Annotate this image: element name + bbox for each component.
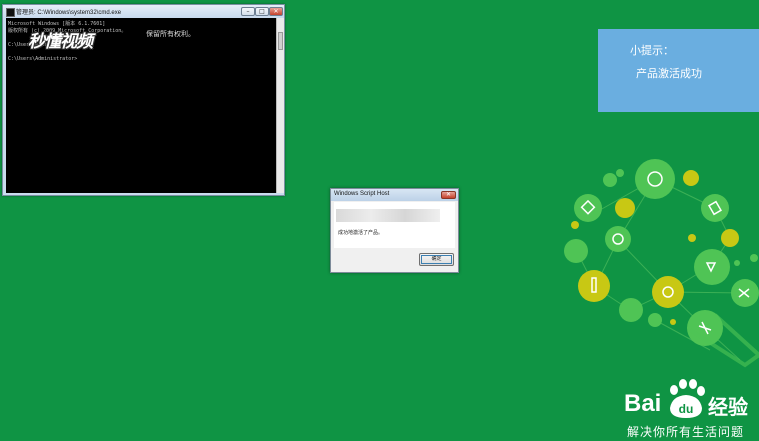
logo-text-bai: Bai (624, 390, 662, 417)
node-circle (564, 239, 588, 263)
dialog-content: 成功地激活了产品。 (334, 202, 455, 248)
node-circle (701, 194, 729, 222)
decorative-network-graphic (564, 159, 759, 368)
minimize-icon: – (246, 8, 250, 15)
cmd-window[interactable]: 管理员: C:\Windows\system32\cmd.exe – □ ✕ M… (2, 4, 285, 196)
script-host-dialog[interactable]: Windows Script Host ✕ 成功地激活了产品。 确定 (330, 188, 459, 273)
node-circle (721, 229, 739, 247)
node-circle (578, 270, 610, 302)
minimize-button[interactable]: – (241, 7, 255, 16)
logo-text-jingyan: 经验 (708, 395, 748, 419)
blurred-text (336, 209, 440, 222)
dialog-titlebar[interactable]: Windows Script Host ✕ (331, 189, 458, 201)
cmd-line: 保留所有权利。 (146, 30, 195, 38)
close-icon: ✕ (445, 191, 452, 198)
node-circle (605, 226, 631, 252)
node-circle (683, 170, 699, 186)
node-circle (652, 276, 684, 308)
logo-slogan: 解决你所有生活问题 (627, 425, 745, 439)
maximize-button[interactable]: □ (255, 7, 269, 16)
dialog-close-button[interactable]: ✕ (441, 191, 456, 199)
maximize-icon: □ (259, 8, 265, 15)
node-circle (635, 159, 675, 199)
tip-label: 小提示： (630, 44, 674, 57)
close-button[interactable]: ✕ (269, 7, 283, 16)
cmd-line: C:\Users\Administrator> (8, 56, 78, 62)
dialog-message: 成功地激活了产品。 (338, 230, 384, 236)
ok-button[interactable]: 确定 (419, 253, 454, 266)
node-circle (619, 298, 643, 322)
node-circle (615, 198, 635, 218)
cmd-app-icon (6, 8, 15, 17)
cmd-window-title: 管理员: C:\Windows\system32\cmd.exe (16, 10, 122, 16)
dialog-title: Windows Script Host (334, 191, 390, 197)
baidu-jingyan-logo: Bai du 经验 解决你所有生活问题 (624, 378, 759, 441)
close-icon: ✕ (273, 8, 279, 15)
node-circle (694, 249, 730, 285)
scrollbar-thumb[interactable] (278, 32, 283, 50)
paw-icon: du (670, 379, 705, 418)
node-circle (574, 194, 602, 222)
video-watermark: 秒懂视频 (28, 32, 93, 52)
logo-text-du: du (679, 402, 694, 416)
tip-box: 小提示： 产品激活成功 (598, 29, 759, 112)
tip-message: 产品激活成功 (636, 67, 702, 80)
cmd-scrollbar[interactable] (276, 18, 284, 193)
cmd-titlebar[interactable]: 管理员: C:\Windows\system32\cmd.exe – □ ✕ (3, 5, 284, 18)
